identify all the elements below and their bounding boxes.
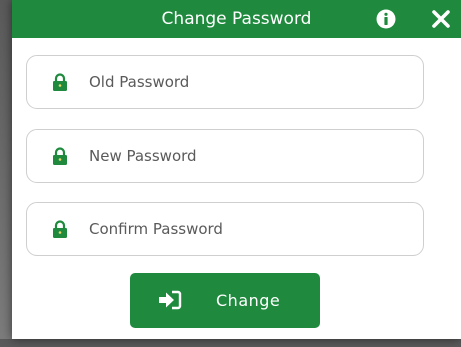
lock-icon — [53, 73, 67, 91]
change-password-dialog: Change Password Change — [12, 0, 461, 339]
new-password-input[interactable] — [89, 143, 409, 169]
new-password-field[interactable] — [26, 129, 424, 183]
sign-in-icon — [159, 290, 182, 310]
old-password-field[interactable] — [26, 55, 424, 109]
background-bottom-strip — [0, 339, 461, 347]
confirm-password-input[interactable] — [89, 216, 409, 242]
change-button[interactable]: Change — [130, 273, 320, 328]
lock-icon — [53, 147, 67, 165]
dialog-header: Change Password — [12, 0, 461, 38]
confirm-password-field[interactable] — [26, 202, 424, 256]
lock-icon — [53, 220, 67, 238]
info-icon[interactable] — [375, 8, 397, 30]
change-button-label: Change — [216, 291, 281, 310]
close-icon[interactable] — [430, 8, 452, 30]
old-password-input[interactable] — [89, 69, 409, 95]
